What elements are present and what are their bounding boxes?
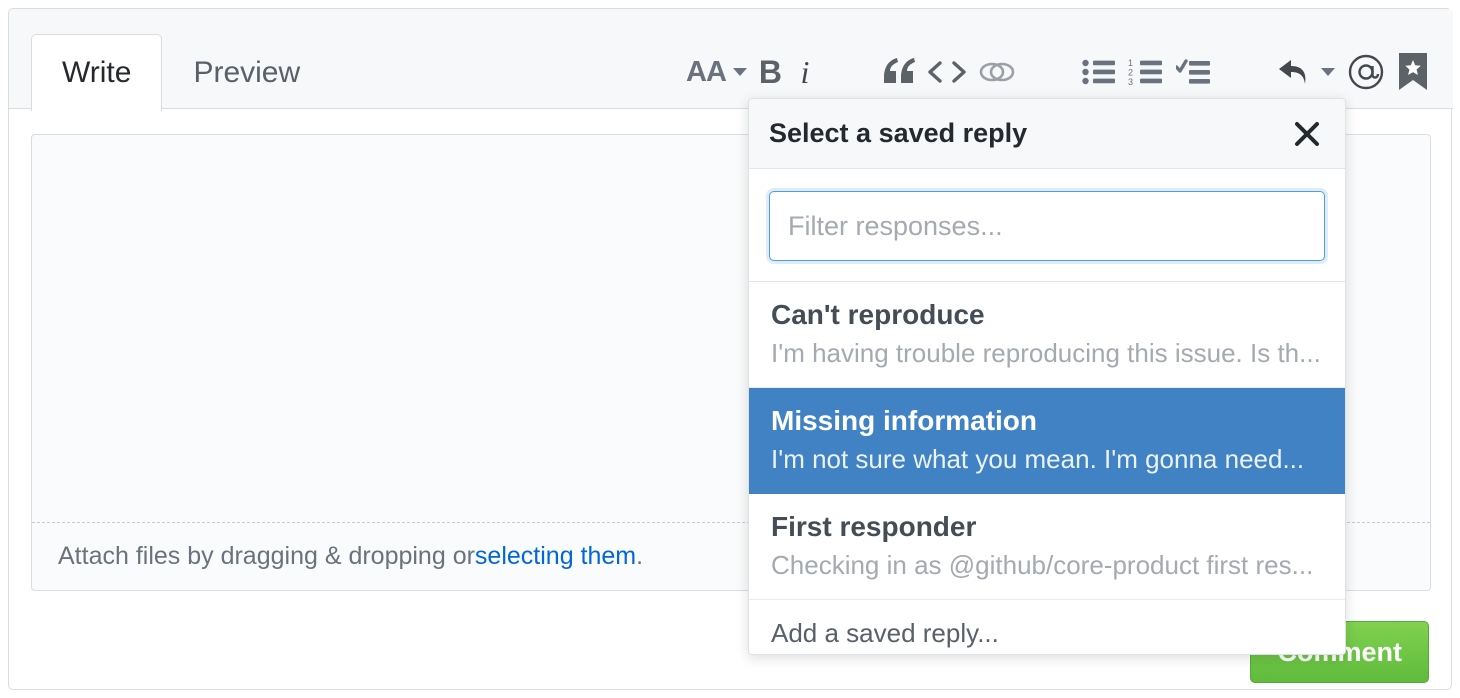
svg-text:2: 2	[1128, 68, 1133, 78]
heading-icon[interactable]: AA	[680, 47, 753, 97]
tab-preview-label: Preview	[193, 55, 301, 89]
ordered-list-icon[interactable]: 1 2 3	[1122, 47, 1170, 97]
reply-icon[interactable]	[1272, 47, 1341, 97]
close-icon[interactable]	[1287, 114, 1327, 154]
markdown-toolbar: AA B i 1 2 3	[680, 45, 1435, 99]
saved-reply-header: Select a saved reply	[749, 99, 1345, 169]
saved-reply-item-desc: I'm not sure what you mean. I'm gonna ne…	[771, 443, 1305, 474]
saved-reply-item-first-responder[interactable]: First responder Checking in as @github/c…	[749, 493, 1345, 600]
quote-icon[interactable]	[876, 47, 922, 97]
saved-reply-item-cant-reproduce[interactable]: Can't reproduce I'm having trouble repro…	[749, 282, 1345, 388]
saved-reply-item-missing-information[interactable]: Missing information I'm not sure what yo…	[749, 387, 1345, 494]
add-saved-reply-button[interactable]: Add a saved reply...	[749, 599, 1345, 654]
heading-label: AA	[686, 55, 727, 88]
code-icon[interactable]	[922, 47, 972, 97]
attach-files-text: Attach files by dragging & dropping or	[58, 542, 475, 570]
link-icon[interactable]	[972, 47, 1022, 97]
bold-label: B	[758, 54, 782, 90]
saved-reply-item-desc: Checking in as @github/core-product firs…	[771, 549, 1314, 580]
attach-files-period: .	[636, 542, 644, 570]
saved-reply-item-desc: I'm having trouble reproducing this issu…	[771, 337, 1321, 368]
italic-label: i	[800, 54, 810, 90]
toolbar-group-lists: 1 2 3	[1076, 47, 1218, 97]
toolbar-group-reply	[1272, 47, 1435, 97]
tab-write[interactable]: Write	[31, 34, 163, 111]
saved-reply-item-title: First responder	[771, 510, 977, 542]
tab-list: Write Preview	[31, 34, 331, 111]
saved-reply-dropdown: Select a saved reply Can't reproduce I'm…	[748, 98, 1346, 655]
bold-icon[interactable]: B	[753, 47, 788, 97]
toolbar-group-text: AA B i	[680, 47, 822, 97]
tab-preview[interactable]: Preview	[162, 34, 331, 110]
svg-text:1: 1	[1128, 58, 1133, 68]
chevron-down-icon	[732, 68, 747, 76]
tab-write-label: Write	[62, 56, 132, 89]
mention-icon[interactable]	[1341, 47, 1391, 97]
svg-text:3: 3	[1128, 77, 1133, 86]
saved-reply-filter-wrap	[749, 169, 1345, 282]
add-saved-reply-label: Add a saved reply...	[771, 617, 999, 648]
italic-icon[interactable]: i	[788, 47, 822, 97]
filter-responses-input[interactable]	[769, 191, 1325, 261]
saved-reply-title: Select a saved reply	[769, 118, 1028, 148]
unordered-list-icon[interactable]	[1076, 47, 1122, 97]
chevron-down-icon	[1321, 68, 1335, 76]
select-files-link[interactable]: selecting them	[475, 542, 636, 571]
saved-reply-item-title: Missing information	[771, 404, 1037, 436]
task-list-icon[interactable]	[1170, 47, 1218, 97]
saved-reply-icon[interactable]	[1391, 47, 1435, 97]
toolbar-group-insert	[876, 47, 1022, 97]
comment-editor-screen: Write Preview AA B i 1 2 3 Attach files …	[0, 0, 1460, 698]
editor-tabnav: Write Preview AA B i 1 2 3	[9, 9, 1453, 111]
saved-reply-item-title: Can't reproduce	[771, 299, 985, 330]
